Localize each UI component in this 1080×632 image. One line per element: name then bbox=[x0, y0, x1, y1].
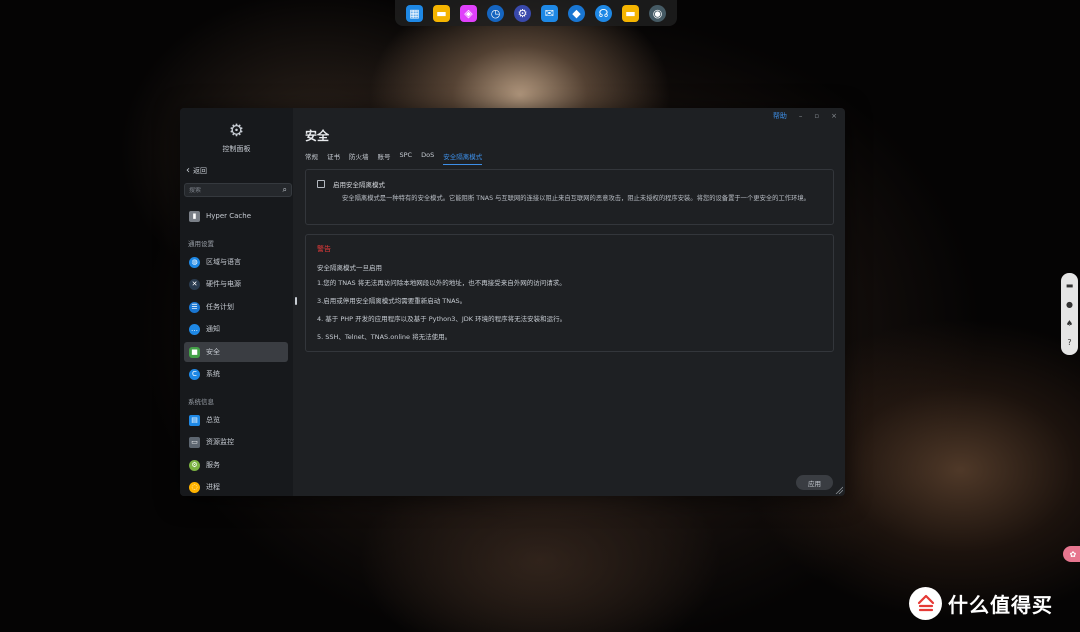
task-schedule-icon: ☰ bbox=[189, 301, 200, 313]
sidebar-item-task-schedule[interactable]: ☰ 任务计划 bbox=[184, 297, 288, 317]
warning-intro: 安全隔离模式一旦启用 bbox=[317, 264, 382, 272]
sidebar-item-region-language[interactable]: ◍ 区域与语言 bbox=[184, 252, 288, 272]
control-panel-gear-icon: ⚙ bbox=[228, 121, 245, 141]
sidebar-item-notification[interactable]: … 通知 bbox=[184, 319, 288, 339]
docker-icon[interactable]: ◆ bbox=[568, 4, 585, 22]
tab-general[interactable]: 常规 bbox=[305, 151, 318, 165]
camera-icon[interactable]: ◉ bbox=[649, 4, 666, 22]
warning-line: 4. 基于 PHP 开发的应用程序以及基于 Python3、JDK 环境的程序将… bbox=[317, 315, 567, 323]
settings-gear-icon[interactable]: ⚙ bbox=[514, 4, 531, 22]
bell-icon[interactable]: ♠ bbox=[1066, 319, 1073, 328]
tab-spc[interactable]: SPC bbox=[400, 151, 413, 165]
overview-icon: ▤ bbox=[189, 414, 200, 426]
watermark-logo-glyph bbox=[917, 594, 934, 611]
process-icon: ◌ bbox=[189, 481, 200, 493]
tab-account[interactable]: 账号 bbox=[378, 151, 391, 165]
hyper-cache-icon: ▮ bbox=[189, 210, 200, 222]
sidebar-item-hyper-cache[interactable]: ▮ Hyper Cache bbox=[184, 206, 288, 226]
page-title: 安全 bbox=[305, 129, 330, 143]
sidebar-item-process[interactable]: ◌ 进程 bbox=[184, 477, 288, 496]
maximize-icon[interactable]: ▫ bbox=[814, 112, 819, 120]
sidebar-item-label: Hyper Cache bbox=[206, 212, 252, 220]
back-label: 返回 bbox=[193, 167, 207, 175]
sidebar-item-label: 区域与语言 bbox=[206, 258, 241, 266]
tab-certificate[interactable]: 证书 bbox=[327, 151, 340, 165]
sidebar-item-overview[interactable]: ▤ 总览 bbox=[184, 410, 288, 430]
back-button[interactable]: ‹ 返回 bbox=[186, 166, 207, 176]
sidebar: ⚙ 控制面板 ‹ 返回 ⌕ ▮ Hyper Cache 通用设置 ◍ 区域与语言… bbox=[180, 108, 293, 496]
services-icon: ⚙ bbox=[189, 459, 200, 471]
watermark-logo bbox=[909, 587, 942, 620]
clock-icon[interactable]: ◷ bbox=[487, 4, 504, 22]
sidebar-item-label: 总览 bbox=[206, 416, 220, 424]
apply-button[interactable]: 应用 bbox=[796, 475, 833, 490]
chevron-left-icon: ‹ bbox=[186, 165, 190, 176]
mail-icon[interactable]: ✉ bbox=[541, 4, 558, 22]
sidebar-item-label: 安全 bbox=[206, 348, 220, 356]
help-link[interactable]: 帮助 bbox=[773, 111, 787, 121]
resource-monitor-icon: ▭ bbox=[189, 436, 200, 448]
general-settings-heading: 通用设置 bbox=[188, 240, 214, 248]
search-icon[interactable]: ⌕ bbox=[283, 185, 287, 195]
watermark-text: 什么值得买 bbox=[948, 593, 1053, 617]
sidebar-item-label: 服务 bbox=[206, 461, 220, 469]
sidebar-item-resource-monitor[interactable]: ▭ 资源监控 bbox=[184, 432, 288, 452]
tab-security-isolation[interactable]: 安全隔离模式 bbox=[443, 151, 483, 165]
system-icon: C bbox=[189, 368, 200, 380]
warning-line: 5. SSH、Telnet、TNAS.online 将无法使用。 bbox=[317, 333, 452, 341]
window-titlebar: 帮助 – ▫ × bbox=[773, 111, 837, 121]
control-panel-window: ⚙ 控制面板 ‹ 返回 ⌕ ▮ Hyper Cache 通用设置 ◍ 区域与语言… bbox=[180, 108, 845, 496]
tab-dos[interactable]: DoS bbox=[421, 151, 434, 165]
search-input[interactable] bbox=[189, 186, 283, 194]
sidebar-item-label: 进程 bbox=[206, 483, 220, 491]
security-lock-icon: ■ bbox=[189, 346, 200, 358]
minimize-icon[interactable]: – bbox=[799, 112, 803, 120]
sidebar-item-label: 任务计划 bbox=[206, 303, 234, 311]
main-content: 帮助 – ▫ × 安全 常规 证书 防火墙 账号 SPC DoS 安全隔离模式 … bbox=[293, 108, 845, 496]
resize-grip-icon[interactable] bbox=[835, 486, 843, 494]
sidebar-item-system[interactable]: C 系统 bbox=[184, 364, 288, 384]
sidebar-item-services[interactable]: ⚙ 服务 bbox=[184, 455, 288, 475]
sidebar-header: ⚙ 控制面板 bbox=[180, 122, 293, 154]
headset-icon[interactable]: ☊ bbox=[595, 4, 612, 22]
globe-icon: ◍ bbox=[189, 256, 200, 268]
warning-panel: 警告 安全隔离模式一旦启用 1.您的 TNAS 将无法再访问除本地网段以外的地址… bbox=[305, 234, 834, 352]
assistant-bubble-icon[interactable]: ✿ bbox=[1063, 546, 1080, 562]
notification-icon: … bbox=[189, 323, 200, 335]
sidebar-item-label: 系统 bbox=[206, 370, 220, 378]
warning-title: 警告 bbox=[317, 245, 331, 253]
app-store-icon[interactable]: ◈ bbox=[460, 4, 477, 22]
dock: ▦ ▬ ◈ ◷ ⚙ ✉ ◆ ☊ ▬ ◉ bbox=[395, 0, 677, 26]
isolation-mode-checkbox[interactable] bbox=[317, 180, 325, 188]
help-icon[interactable]: ? bbox=[1067, 338, 1071, 347]
sidebar-item-label: 硬件与电源 bbox=[206, 280, 241, 288]
warning-line: 1.您的 TNAS 将无法再访问除本地网段以外的地址，也不再接受来自外网的访问请… bbox=[317, 279, 566, 287]
system-info-heading: 系统信息 bbox=[188, 398, 214, 406]
isolation-mode-description: 安全隔离模式是一种特有的安全模式。它能阻断 TNAS 与互联网的连接以阻止来自互… bbox=[342, 195, 810, 202]
folder-camera-icon[interactable]: ▬ bbox=[622, 4, 639, 22]
app-grid-icon[interactable]: ▦ bbox=[406, 4, 423, 22]
sidebar-item-label: 通知 bbox=[206, 325, 220, 333]
close-icon[interactable]: × bbox=[831, 112, 837, 120]
tools-icon: ✕ bbox=[189, 278, 200, 290]
floating-toolbar: ▬ ● ♠ ? bbox=[1061, 273, 1078, 355]
sidebar-item-hardware-power[interactable]: ✕ 硬件与电源 bbox=[184, 274, 288, 294]
chat-icon[interactable]: ▬ bbox=[1066, 281, 1074, 290]
isolation-mode-checkbox-label[interactable]: 启用安全隔离模式 bbox=[333, 179, 385, 189]
tab-firewall[interactable]: 防火墙 bbox=[349, 151, 369, 165]
sidebar-item-label: 资源监控 bbox=[206, 438, 234, 446]
folder-icon[interactable]: ▬ bbox=[433, 4, 450, 22]
tab-bar: 常规 证书 防火墙 账号 SPC DoS 安全隔离模式 bbox=[305, 151, 483, 165]
sidebar-item-security[interactable]: ■ 安全 bbox=[184, 342, 288, 362]
comment-icon[interactable]: ● bbox=[1066, 300, 1073, 309]
isolation-mode-panel: 启用安全隔离模式 安全隔离模式是一种特有的安全模式。它能阻断 TNAS 与互联网… bbox=[305, 169, 834, 225]
sidebar-title: 控制面板 bbox=[222, 145, 251, 153]
watermark: 什么值得买 bbox=[909, 587, 1053, 620]
search-box: ⌕ bbox=[184, 183, 292, 197]
warning-line: 3.启用或停用安全隔离模式均需要重新启动 TNAS。 bbox=[317, 297, 467, 305]
